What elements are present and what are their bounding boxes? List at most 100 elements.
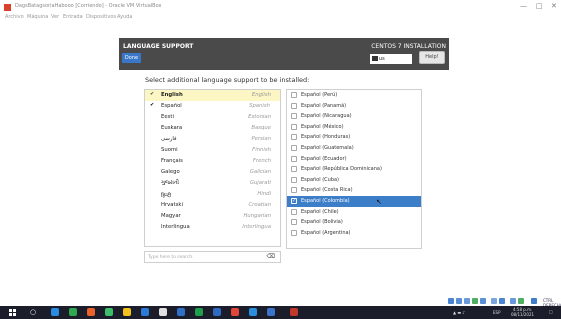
keyboard-indicator[interactable]: us (370, 54, 412, 64)
help-button[interactable]: Help! (419, 51, 445, 64)
app-icon-12[interactable] (249, 308, 257, 316)
locale-row[interactable]: Español (Guatemala) (287, 143, 421, 154)
locale-row[interactable]: Español (Costa Rica) (287, 185, 421, 196)
language-row[interactable]: Français French (145, 156, 280, 167)
menu-bar: Archivo Máquina Ver Entrada Dispositivos… (0, 14, 561, 24)
locale-row[interactable]: Español (México) (287, 122, 421, 133)
close-button[interactable]: ✕ (551, 2, 557, 10)
locale-checkbox[interactable] (291, 166, 297, 173)
audio-icon[interactable] (464, 298, 470, 304)
locale-checkbox[interactable] (291, 102, 297, 109)
locale-checkbox[interactable] (291, 155, 297, 162)
language-row[interactable]: ✔ English English (145, 90, 280, 101)
app-icon-11[interactable] (231, 308, 239, 316)
optical-drive-icon[interactable] (456, 298, 462, 304)
app-icon-10[interactable] (213, 308, 221, 316)
locale-row[interactable]: Español (Chile) (287, 207, 421, 218)
app-icon-9[interactable] (195, 308, 203, 316)
app-icon-4[interactable] (105, 308, 113, 316)
language-list[interactable]: ✔ English English ✔ Español Spanish ❯ Eesti Esto… (144, 89, 281, 247)
language-row[interactable]: Interlingua Interlingua (145, 222, 280, 233)
menu-item-archivo[interactable]: Archivo (5, 14, 24, 20)
input-language[interactable]: ESP (493, 310, 500, 315)
locale-row[interactable]: Español (Nicaragua) (287, 111, 421, 122)
language-native-name: Eesti (161, 114, 174, 120)
app-icon-1[interactable] (51, 308, 59, 316)
menu-item-entrada[interactable]: Entrada (63, 14, 83, 20)
network-icon[interactable] (472, 298, 478, 304)
locale-checkbox[interactable] (291, 134, 297, 141)
app-icon-2[interactable] (69, 308, 77, 316)
notifications-icon[interactable]: □ (549, 309, 553, 314)
start-button-icon[interactable] (9, 309, 16, 316)
locale-checkbox[interactable] (291, 113, 297, 120)
language-english-name: Basque (251, 125, 271, 131)
usb-icon[interactable] (480, 298, 486, 304)
language-row[interactable]: Magyar Hungarian (145, 211, 280, 222)
locale-label: Español (Perú) (301, 92, 338, 98)
clear-search-icon[interactable]: ⌫ (267, 253, 275, 260)
locale-label: Español (Chile) (301, 208, 339, 215)
minimize-button[interactable]: — (520, 2, 527, 10)
hdd-icon[interactable] (448, 298, 454, 304)
menu-item-ayuda[interactable]: Ayuda (117, 14, 132, 20)
virtualbox-taskbar-icon[interactable] (290, 308, 298, 316)
locale-row[interactable]: Español (Panamá) (287, 101, 421, 112)
installer-header: LANGUAGE SUPPORT CENTOS 7 INSTALLATION D… (119, 38, 449, 70)
app-icon-6[interactable] (141, 308, 149, 316)
locale-checkbox[interactable]: ✓ (291, 197, 297, 204)
locale-row[interactable]: Español (Cuba) (287, 175, 421, 186)
locale-row[interactable]: Español (Bolivia) (287, 217, 421, 228)
language-search[interactable]: Type here to search. ⌫ (144, 251, 281, 263)
mouse-integration-icon[interactable] (531, 298, 537, 304)
menu-item-ver[interactable]: Ver (51, 14, 59, 20)
language-row[interactable]: ગુજરાતી Gujarati (145, 178, 280, 189)
done-button[interactable]: Done (122, 53, 141, 63)
locale-row[interactable]: Español (República Dominicana) (287, 164, 421, 175)
maximize-button[interactable]: □ (536, 2, 543, 10)
window-titlebar: DagsBatagsoriaHabooo [Corriendo] - Oracl… (0, 0, 561, 15)
locale-checkbox[interactable] (291, 229, 297, 236)
shared-folder-icon[interactable] (491, 298, 497, 304)
language-row[interactable]: Euskara Basque (145, 123, 280, 134)
language-row[interactable]: Eesti Estonian (145, 112, 280, 123)
menu-item-maquina[interactable]: Máquina (27, 14, 48, 20)
cpu-icon[interactable] (518, 298, 524, 304)
language-english-name: Finnish (252, 147, 271, 153)
tray-icons[interactable]: ▲ ▬ ♪ (453, 310, 465, 315)
app-icon-5[interactable] (123, 308, 131, 316)
language-row[interactable]: Galego Galician (145, 167, 280, 178)
language-row[interactable]: ✔ Español Spanish ❯ (145, 101, 280, 112)
language-row[interactable]: हिन्दी Hindi (145, 189, 280, 200)
language-english-name: Persian (251, 136, 271, 142)
locale-checkbox[interactable] (291, 176, 297, 183)
language-row[interactable]: Hrvatski Croatian (145, 200, 280, 211)
locale-row[interactable]: Español (Honduras) (287, 132, 421, 143)
app-icon-7[interactable] (159, 308, 167, 316)
display-icon[interactable] (499, 298, 505, 304)
check-icon: ✔ (150, 91, 155, 97)
search-placeholder: Type here to search. (148, 255, 194, 260)
locale-checkbox[interactable] (291, 208, 297, 215)
locale-label: Español (Guatemala) (301, 144, 354, 151)
locale-checkbox[interactable] (291, 144, 297, 151)
locale-row[interactable]: Español (Ecuador) (287, 154, 421, 165)
app-icon-8[interactable] (177, 308, 185, 316)
locale-row[interactable]: ✓ Español (Colombia) (287, 195, 421, 207)
locale-checkbox[interactable] (291, 187, 297, 194)
locale-checkbox[interactable] (291, 219, 297, 226)
check-icon: ✔ (150, 102, 155, 108)
locale-row[interactable]: Español (Argentina) (287, 228, 421, 239)
locale-list[interactable]: Español (Perú) Español (Panamá) Español (N… (286, 89, 422, 249)
menu-item-dispositivos[interactable]: Dispositivos (86, 14, 116, 20)
locale-checkbox[interactable] (291, 92, 297, 98)
recording-icon[interactable] (510, 298, 516, 304)
language-row[interactable]: فارسی Persian (145, 134, 280, 145)
locale-checkbox[interactable] (291, 123, 297, 130)
language-row[interactable]: Suomi Finnish (145, 145, 280, 156)
app-icon-13[interactable] (267, 308, 275, 316)
clock-date[interactable]: 08/11/2021 (511, 312, 534, 317)
app-icon-3[interactable] (87, 308, 95, 316)
search-icon[interactable]: ○ (30, 308, 36, 316)
locale-row[interactable]: Español (Perú) (287, 90, 421, 101)
